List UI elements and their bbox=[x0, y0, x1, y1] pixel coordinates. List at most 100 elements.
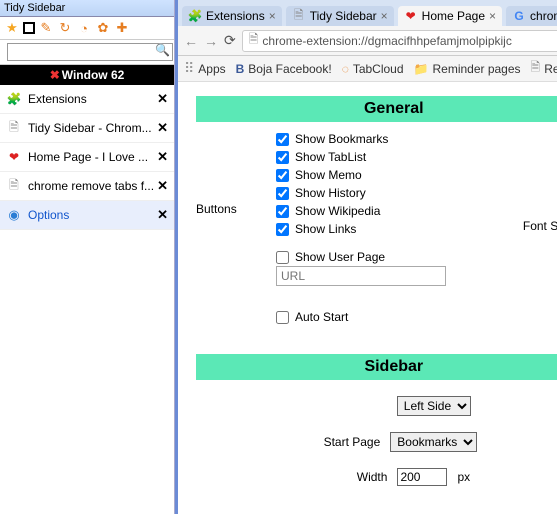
bookmark-label: Boja Facebook! bbox=[248, 62, 331, 76]
back-button[interactable]: ← bbox=[184, 33, 198, 49]
side-select[interactable]: Left Side bbox=[397, 396, 471, 416]
bookmark-label: Reminder pages bbox=[432, 62, 520, 76]
check-row[interactable]: Show TabList bbox=[276, 150, 446, 164]
close-icon[interactable]: ✕ bbox=[157, 178, 168, 194]
clock-icon[interactable]: ◔ bbox=[76, 20, 92, 36]
heart-icon bbox=[6, 149, 22, 165]
width-input[interactable] bbox=[397, 468, 447, 486]
bookmark-label: Read Later bbox=[544, 62, 557, 76]
close-icon[interactable]: ✕ bbox=[157, 120, 168, 136]
apps-icon bbox=[184, 60, 194, 77]
checkbox[interactable] bbox=[276, 223, 289, 236]
pagei-icon bbox=[6, 178, 22, 194]
general-header: General bbox=[196, 96, 557, 122]
window-header[interactable]: ✖Window 62 bbox=[0, 65, 174, 85]
folder-icon bbox=[414, 62, 429, 76]
url-text: chrome-extension://dgmacifhhpefamjmolpip… bbox=[262, 34, 511, 48]
sidebar-tab-item[interactable]: Tidy Sidebar - Chrom... ✕ bbox=[0, 114, 174, 143]
puzzle-icon bbox=[6, 91, 22, 107]
check-label: Show TabList bbox=[295, 150, 366, 164]
reload-button[interactable]: ⟳ bbox=[224, 32, 236, 49]
pagei-icon bbox=[292, 9, 306, 23]
options-page: General Buttons Show Bookmarks Show TabLi… bbox=[178, 82, 557, 514]
close-window-icon[interactable]: ✖ bbox=[50, 68, 60, 82]
check-row[interactable]: Show Links bbox=[276, 222, 446, 236]
browser-tab[interactable]: Extensions × bbox=[182, 6, 282, 26]
heart-icon bbox=[404, 9, 418, 23]
sidebar-tab-item[interactable]: Options ✕ bbox=[0, 201, 174, 230]
buttons-label: Buttons bbox=[196, 132, 256, 216]
tab-label: Home Page bbox=[422, 9, 485, 23]
checkbox[interactable] bbox=[276, 187, 289, 200]
width-unit: px bbox=[457, 470, 470, 484]
sidebar-header: Sidebar bbox=[196, 354, 557, 380]
userpage-row[interactable]: Show User Page bbox=[276, 250, 446, 264]
startpage-select[interactable]: Bookmarks bbox=[390, 432, 477, 452]
startpage-row: Start Page Bookmarks bbox=[196, 432, 557, 452]
browser-tab[interactable]: Home Page × bbox=[398, 6, 502, 26]
close-icon[interactable]: ✕ bbox=[157, 149, 168, 165]
sidebar-section: Sidebar Left Side Start Page Bookmarks W… bbox=[196, 354, 557, 486]
width-label: Width bbox=[317, 470, 387, 484]
pagei-icon bbox=[6, 120, 22, 136]
tidy-sidebar-panel: Tidy Sidebar ★ ✎ ↻ ◔ ✿ ✚ ✖Window 62 Exte… bbox=[0, 0, 175, 514]
fb-icon bbox=[236, 62, 245, 76]
check-label: Show Wikipedia bbox=[295, 204, 380, 218]
autostart-row[interactable]: Auto Start bbox=[276, 310, 446, 324]
tab-label: Options bbox=[28, 208, 157, 222]
checkbox[interactable] bbox=[276, 151, 289, 164]
check-label: Show Memo bbox=[295, 168, 362, 182]
tabcloud-icon bbox=[342, 62, 349, 76]
checkbox[interactable] bbox=[276, 205, 289, 218]
box-icon[interactable] bbox=[23, 22, 35, 34]
globe-icon[interactable]: ✿ bbox=[95, 20, 111, 36]
sidebar-search bbox=[0, 40, 174, 65]
window-label: Window 62 bbox=[62, 68, 125, 82]
close-icon[interactable]: × bbox=[269, 9, 276, 23]
sidebar-title: Tidy Sidebar bbox=[0, 0, 174, 17]
check-row[interactable]: Show Wikipedia bbox=[276, 204, 446, 218]
check-label: Auto Start bbox=[295, 310, 348, 324]
browser-tab[interactable]: Tidy Sidebar × bbox=[286, 6, 394, 26]
url-input[interactable] bbox=[276, 266, 446, 286]
tab-label: Home Page - I Love ... bbox=[28, 150, 157, 164]
star-icon[interactable]: ★ bbox=[4, 20, 20, 36]
tab-label: chrome remove tabs f... bbox=[28, 179, 157, 193]
tab-label: Tidy Sidebar bbox=[310, 9, 377, 23]
tab-label: Extensions bbox=[206, 9, 265, 23]
width-row: Width px bbox=[196, 468, 557, 486]
bookmark-item[interactable]: Boja Facebook! bbox=[236, 62, 332, 76]
omnibox[interactable]: chrome-extension://dgmacifhhpefamjmolpip… bbox=[242, 30, 557, 52]
tab-label: chrome bbox=[530, 9, 557, 23]
sidebar-tab-item[interactable]: Home Page - I Love ... ✕ bbox=[0, 143, 174, 172]
forward-button[interactable]: → bbox=[204, 33, 218, 49]
checkbox[interactable] bbox=[276, 169, 289, 182]
check-row[interactable]: Show Memo bbox=[276, 168, 446, 182]
plus-icon[interactable]: ✚ bbox=[114, 20, 130, 36]
bookmark-item[interactable]: Reminder pages bbox=[414, 62, 521, 76]
check-label: Show User Page bbox=[295, 250, 385, 264]
checkbox[interactable] bbox=[276, 133, 289, 146]
browser-tabstrip: Extensions × Tidy Sidebar × Home Page × … bbox=[178, 0, 557, 26]
startpage-label: Start Page bbox=[310, 435, 380, 449]
sidebar-tab-item[interactable]: Extensions ✕ bbox=[0, 85, 174, 114]
bookmark-item[interactable]: TabCloud bbox=[342, 62, 404, 76]
pagei-icon bbox=[531, 58, 541, 79]
close-icon[interactable]: × bbox=[489, 9, 496, 23]
sidebar-tab-list: Extensions ✕ Tidy Sidebar - Chrom... ✕ H… bbox=[0, 85, 174, 230]
close-icon[interactable]: ✕ bbox=[157, 207, 168, 223]
pencil-icon[interactable]: ✎ bbox=[38, 20, 54, 36]
refresh-icon[interactable]: ↻ bbox=[57, 20, 73, 36]
check-row[interactable]: Show Bookmarks bbox=[276, 132, 446, 146]
close-icon[interactable]: ✕ bbox=[157, 91, 168, 107]
close-icon[interactable]: × bbox=[381, 9, 388, 23]
check-row[interactable]: Show History bbox=[276, 186, 446, 200]
bookmark-item[interactable]: Read Later bbox=[531, 58, 557, 79]
bookmark-item[interactable]: Apps bbox=[184, 60, 226, 77]
browser-tab[interactable]: chrome × bbox=[506, 6, 557, 26]
fontsize-label: Font Size bbox=[523, 219, 557, 233]
checkbox[interactable] bbox=[276, 311, 289, 324]
search-input[interactable] bbox=[7, 43, 173, 61]
sidebar-tab-item[interactable]: chrome remove tabs f... ✕ bbox=[0, 172, 174, 201]
checkbox[interactable] bbox=[276, 251, 289, 264]
